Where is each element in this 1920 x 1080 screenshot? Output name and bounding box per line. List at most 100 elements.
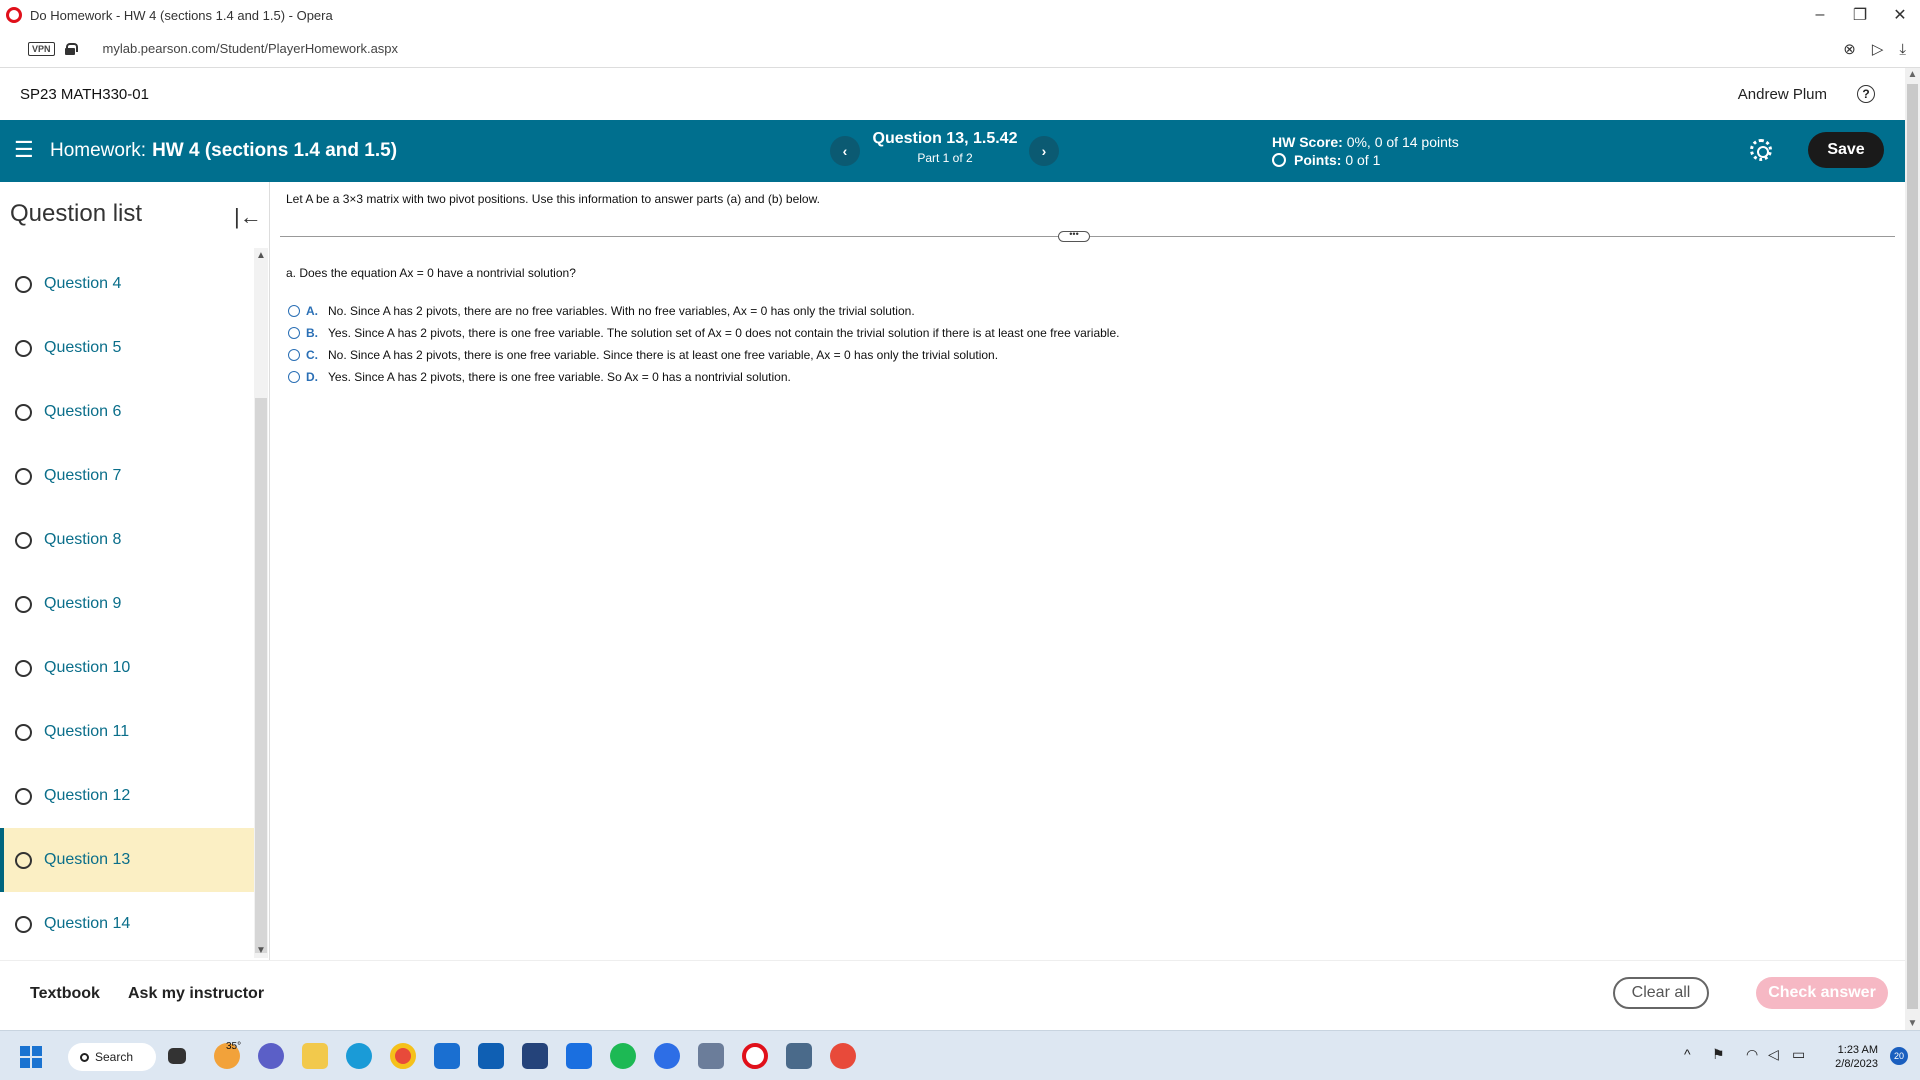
clock-time: 1:23 AM: [1837, 1044, 1878, 1056]
option-text: Yes. Since A has 2 pivots, there is one …: [328, 326, 1120, 340]
ask-instructor-link[interactable]: Ask my instructor: [128, 985, 264, 1003]
send-icon[interactable]: ▷: [1872, 40, 1884, 58]
edge-icon[interactable]: [346, 1043, 372, 1069]
lock-icon[interactable]: [64, 43, 78, 55]
chrome-icon[interactable]: [390, 1043, 416, 1069]
sidebar-question-item[interactable]: Question 7: [0, 444, 254, 508]
question-status-icon: [15, 851, 32, 869]
answer-option[interactable]: A. No. Since A has 2 pivots, there are no…: [288, 302, 915, 320]
question-status-icon: [15, 915, 32, 933]
question-item-label: Question 5: [44, 339, 122, 356]
zoom-icon[interactable]: [654, 1043, 680, 1069]
option-text: No. Since A has 2 pivots, there is one f…: [328, 348, 999, 362]
expand-handle[interactable]: •••: [1058, 230, 1090, 242]
clear-all-button[interactable]: Clear all: [1613, 977, 1709, 1009]
radio-button[interactable]: [288, 371, 300, 383]
sidebar-scrollbar[interactable]: ▲ ▼: [254, 248, 268, 958]
sidebar-question-item[interactable]: Question 12: [0, 764, 254, 828]
help-icon[interactable]: ?: [1857, 85, 1875, 103]
store-icon[interactable]: [522, 1043, 548, 1069]
window-title: Do Homework - HW 4 (sections 1.4 and 1.5…: [30, 7, 333, 23]
file-explorer-icon[interactable]: [302, 1043, 328, 1069]
sidebar-question-item[interactable]: Question 13: [0, 828, 254, 892]
vpn-badge[interactable]: VPN: [28, 41, 55, 56]
download-icon[interactable]: ⤓: [1899, 41, 1906, 58]
gear-icon[interactable]: [1750, 139, 1772, 161]
sidebar-scroll-thumb[interactable]: [255, 398, 267, 953]
option-text: Yes. Since A has 2 pivots, there is one …: [328, 370, 791, 384]
page-scroll-down-icon[interactable]: ▼: [1905, 1018, 1920, 1029]
sidebar-question-item[interactable]: Question 4: [0, 252, 254, 316]
option-letter: B.: [306, 326, 318, 340]
answer-option[interactable]: D. Yes. Since A has 2 pivots, there is on…: [288, 368, 791, 386]
sidebar-question-item[interactable]: Question 9: [0, 572, 254, 636]
radio-button[interactable]: [288, 349, 300, 361]
taskbar-search[interactable]: Search: [68, 1043, 156, 1071]
points-status-icon: [1272, 153, 1286, 167]
address-bar[interactable]: VPN mylab.pearson.com/Student/PlayerHome…: [0, 30, 1920, 68]
sidebar-question-item[interactable]: Question 5: [0, 316, 254, 380]
windows-start-icon[interactable]: [20, 1046, 42, 1068]
save-button[interactable]: Save: [1808, 132, 1884, 168]
user-name[interactable]: Andrew Plum: [1738, 86, 1827, 103]
tray-chevron-icon[interactable]: ^: [1684, 1046, 1691, 1062]
search-icon: [80, 1052, 89, 1062]
network-app-icon[interactable]: [698, 1043, 724, 1069]
close-icon[interactable]: ✕: [1880, 0, 1920, 30]
sidebar-question-item[interactable]: Question 11: [0, 700, 254, 764]
option-letter: D.: [306, 370, 318, 384]
question-item-label: Question 10: [44, 659, 131, 676]
menu-icon[interactable]: ☰: [14, 139, 34, 161]
collapse-sidebar-icon[interactable]: |←: [234, 204, 262, 230]
question-title: Question 13, 1.5.42: [872, 130, 1018, 147]
next-question-button[interactable]: ›: [1029, 136, 1059, 166]
option-letter: A.: [306, 304, 318, 318]
app2-icon[interactable]: [786, 1043, 812, 1069]
volume-icon[interactable]: ◁: [1768, 1046, 1779, 1063]
clock[interactable]: 1:23 AM 2/8/2023: [1835, 1043, 1878, 1071]
teams-chat-icon[interactable]: [258, 1043, 284, 1069]
restore-icon[interactable]: ❐: [1840, 0, 1880, 30]
question-part: Part 1 of 2: [917, 151, 973, 165]
url-text[interactable]: mylab.pearson.com/Student/PlayerHomework…: [103, 41, 399, 56]
page-scroll-up-icon[interactable]: ▲: [1905, 69, 1920, 80]
battery-icon[interactable]: ▭: [1792, 1046, 1805, 1063]
prev-question-button[interactable]: ‹: [830, 136, 860, 166]
question-status-icon: [15, 595, 32, 613]
sidebar-question-item[interactable]: Question 6: [0, 380, 254, 444]
radio-button[interactable]: [288, 327, 300, 339]
scroll-down-icon[interactable]: ▼: [254, 945, 268, 956]
sidebar-question-item[interactable]: Question 14: [0, 892, 254, 956]
check-answer-button[interactable]: Check answer: [1756, 977, 1888, 1009]
mail-icon[interactable]: [434, 1043, 460, 1069]
wifi-icon[interactable]: ◠: [1746, 1046, 1758, 1063]
hw-score-value: 0%, 0 of 14 points: [1346, 134, 1459, 150]
question-item-label: Question 7: [44, 467, 122, 484]
tray-app-icon[interactable]: ⚑: [1712, 1046, 1725, 1063]
homework-header: ☰ Homework: HW 4 (sections 1.4 and 1.5) ‹…: [0, 120, 1905, 182]
page-scroll-thumb[interactable]: [1907, 84, 1918, 1009]
textbook-link[interactable]: Textbook: [30, 985, 100, 1003]
radio-button[interactable]: [288, 305, 300, 317]
question-item-label: Question 4: [44, 275, 122, 292]
footer-bar: Textbook Ask my instructor Clear all Che…: [0, 960, 1905, 1030]
task-view-icon[interactable]: [168, 1048, 186, 1064]
dropbox-icon[interactable]: [566, 1043, 592, 1069]
sidebar-question-item[interactable]: Question 10: [0, 636, 254, 700]
option-letter: C.: [306, 348, 318, 362]
minimize-icon[interactable]: –: [1800, 0, 1840, 30]
answer-option[interactable]: C. No. Since A has 2 pivots, there is one…: [288, 346, 998, 364]
scroll-up-icon[interactable]: ▲: [254, 250, 268, 261]
sidebar-question-item[interactable]: Question 8: [0, 508, 254, 572]
opera-taskbar-icon[interactable]: [742, 1043, 768, 1069]
points-label: Points:: [1294, 152, 1342, 168]
notification-badge[interactable]: 20: [1890, 1047, 1908, 1065]
spotify-icon[interactable]: [610, 1043, 636, 1069]
page-scrollbar[interactable]: ▲ ▼: [1905, 68, 1920, 1030]
points-value: 0 of 1: [1345, 152, 1381, 168]
question-status-icon: [15, 275, 32, 293]
answer-option[interactable]: B. Yes. Since A has 2 pivots, there is on…: [288, 324, 1119, 342]
chrome-profile-icon[interactable]: [830, 1043, 856, 1069]
adblock-icon[interactable]: ⊗: [1843, 40, 1856, 58]
app-icon[interactable]: [478, 1043, 504, 1069]
